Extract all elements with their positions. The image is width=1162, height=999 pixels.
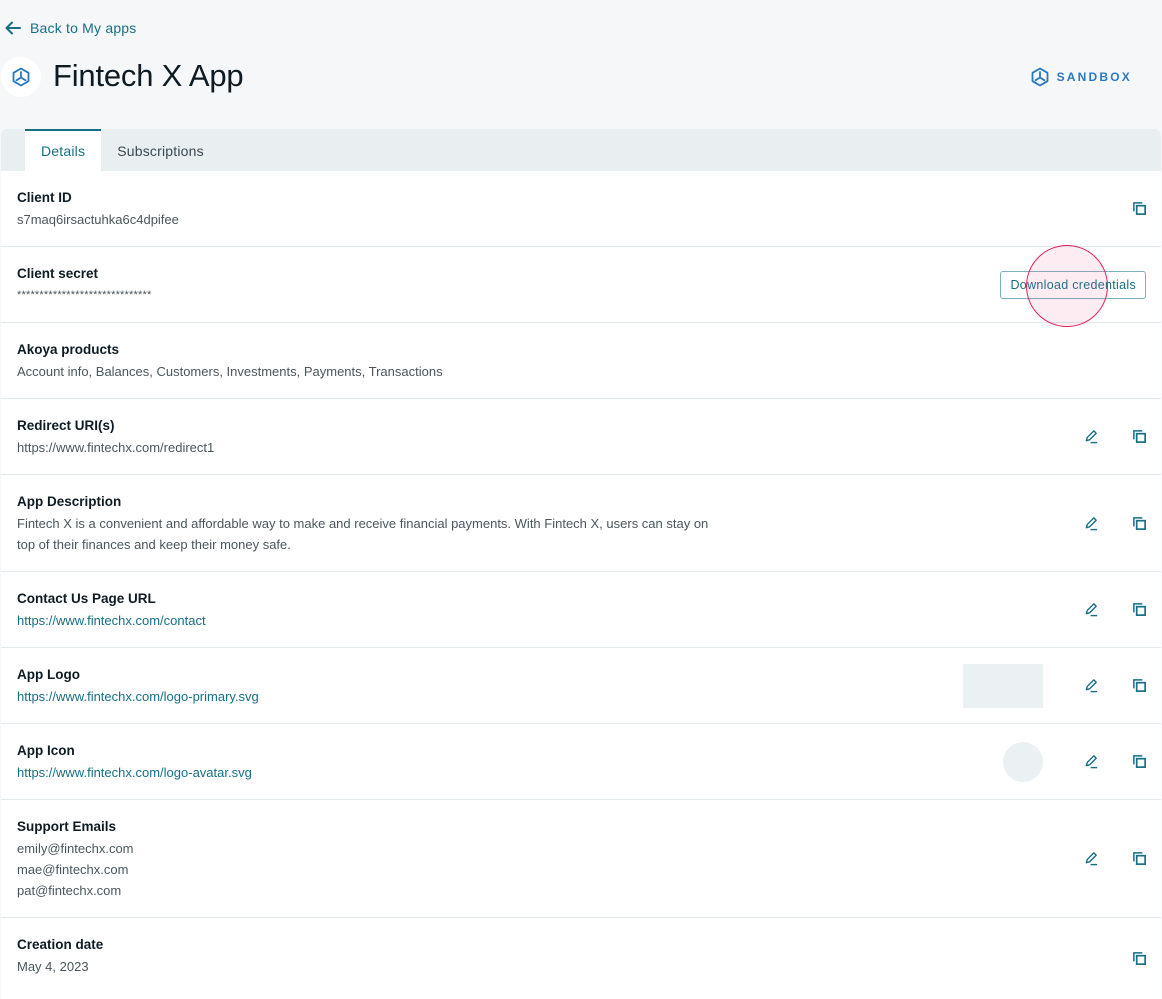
copy-support-emails-button[interactable] xyxy=(1131,851,1147,867)
back-to-my-apps-link[interactable]: Back to My apps xyxy=(4,19,137,37)
creation-date-value: May 4, 2023 xyxy=(17,959,89,974)
app-description-value: Fintech X is a convenient and affordable… xyxy=(17,516,709,552)
app-description-label: App Description xyxy=(17,494,122,509)
redirect-uri-row: Redirect URI(s) https://www.fintechx.com… xyxy=(1,399,1161,475)
copy-icon xyxy=(1132,852,1146,865)
copy-icon xyxy=(1132,202,1146,215)
support-emails-label: Support Emails xyxy=(17,819,117,834)
client-id-value: s7maq6irsactuhka6c4dpifee xyxy=(17,212,179,227)
client-id-label: Client ID xyxy=(17,190,72,205)
copy-icon xyxy=(1132,951,1146,965)
copy-contact-url-button[interactable] xyxy=(1131,602,1147,618)
copy-client-id-button[interactable] xyxy=(1131,201,1147,217)
app-icon-preview xyxy=(1003,741,1043,782)
creation-date-row: Creation date May 4, 2023 xyxy=(1,918,1161,998)
edit-contact-url-button[interactable] xyxy=(1083,602,1099,618)
akoya-products-label: Akoya products xyxy=(17,342,120,357)
akoya-products-row: Akoya products Account info, Balances, C… xyxy=(1,323,1161,399)
contact-url-link[interactable]: https://www.fintechx.com/contact xyxy=(17,610,1145,631)
pencil-icon xyxy=(1085,430,1097,444)
download-credentials-button[interactable]: Download credentials xyxy=(1000,270,1146,299)
page-title: Fintech X App xyxy=(53,58,244,93)
copy-icon xyxy=(1132,516,1146,530)
app-icon-link[interactable]: https://www.fintechx.com/logo-avatar.svg xyxy=(17,762,1145,783)
pencil-icon xyxy=(1085,603,1097,617)
pencil-icon xyxy=(1085,852,1097,866)
client-id-row: Client ID s7maq6irsactuhka6c4dpifee xyxy=(1,171,1161,247)
app-details-card: Details Subscriptions Client ID s7maq6ir… xyxy=(1,129,1161,999)
edit-app-logo-button[interactable] xyxy=(1083,678,1099,694)
edit-support-emails-button[interactable] xyxy=(1083,851,1099,867)
arrow-left-icon xyxy=(5,21,21,35)
copy-redirect-uri-button[interactable] xyxy=(1131,429,1147,445)
tab-bar: Details Subscriptions xyxy=(1,129,1161,171)
environment-badge: SANDBOX xyxy=(1030,67,1132,87)
pencil-icon xyxy=(1085,755,1097,769)
back-link-label: Back to My apps xyxy=(30,20,137,36)
redirect-uri-value: https://www.fintechx.com/redirect1 xyxy=(17,440,215,455)
copy-icon xyxy=(1132,679,1146,692)
tab-subscriptions[interactable]: Subscriptions xyxy=(101,129,220,171)
copy-icon xyxy=(1132,430,1146,443)
app-description-row: App Description Fintech X is a convenien… xyxy=(1,475,1161,572)
client-secret-label: Client secret xyxy=(17,266,99,281)
app-avatar xyxy=(1,57,41,97)
contact-url-label: Contact Us Page URL xyxy=(17,591,156,606)
app-icon-label: App Icon xyxy=(17,743,75,758)
support-email: mae@fintechx.com xyxy=(17,862,129,877)
support-emails-row: Support Emails emily@fintechx.com mae@fi… xyxy=(1,800,1161,918)
copy-app-logo-button[interactable] xyxy=(1131,678,1147,694)
edit-app-icon-button[interactable] xyxy=(1083,754,1099,770)
app-logo-preview xyxy=(963,663,1043,708)
app-logo-row: App Logo https://www.fintechx.com/logo-p… xyxy=(1,648,1161,724)
sandbox-hexagon-icon xyxy=(12,67,30,87)
copy-icon xyxy=(1132,603,1146,616)
copy-icon xyxy=(1132,755,1146,768)
environment-label: SANDBOX xyxy=(1056,70,1132,84)
contact-url-row: Contact Us Page URL https://www.fintechx… xyxy=(1,572,1161,648)
creation-date-label: Creation date xyxy=(17,937,104,952)
support-email: emily@fintechx.com xyxy=(17,841,134,856)
support-email: pat@fintechx.com xyxy=(17,883,122,898)
app-icon-row: App Icon https://www.fintechx.com/logo-a… xyxy=(1,724,1161,800)
copy-creation-date-button[interactable] xyxy=(1131,950,1147,966)
client-secret-row: Client secret **************************… xyxy=(1,247,1161,323)
copy-app-description-button[interactable] xyxy=(1131,515,1147,531)
edit-redirect-uri-button[interactable] xyxy=(1083,429,1099,445)
copy-app-icon-button[interactable] xyxy=(1131,754,1147,770)
pencil-icon xyxy=(1085,516,1097,530)
edit-app-description-button[interactable] xyxy=(1083,515,1099,531)
akoya-products-value: Account info, Balances, Customers, Inves… xyxy=(17,364,443,379)
client-secret-value: ****************************** xyxy=(17,289,152,301)
redirect-uri-label: Redirect URI(s) xyxy=(17,418,115,433)
tab-details[interactable]: Details xyxy=(25,129,102,171)
pencil-icon xyxy=(1085,679,1097,693)
sandbox-hexagon-icon xyxy=(1031,67,1048,87)
